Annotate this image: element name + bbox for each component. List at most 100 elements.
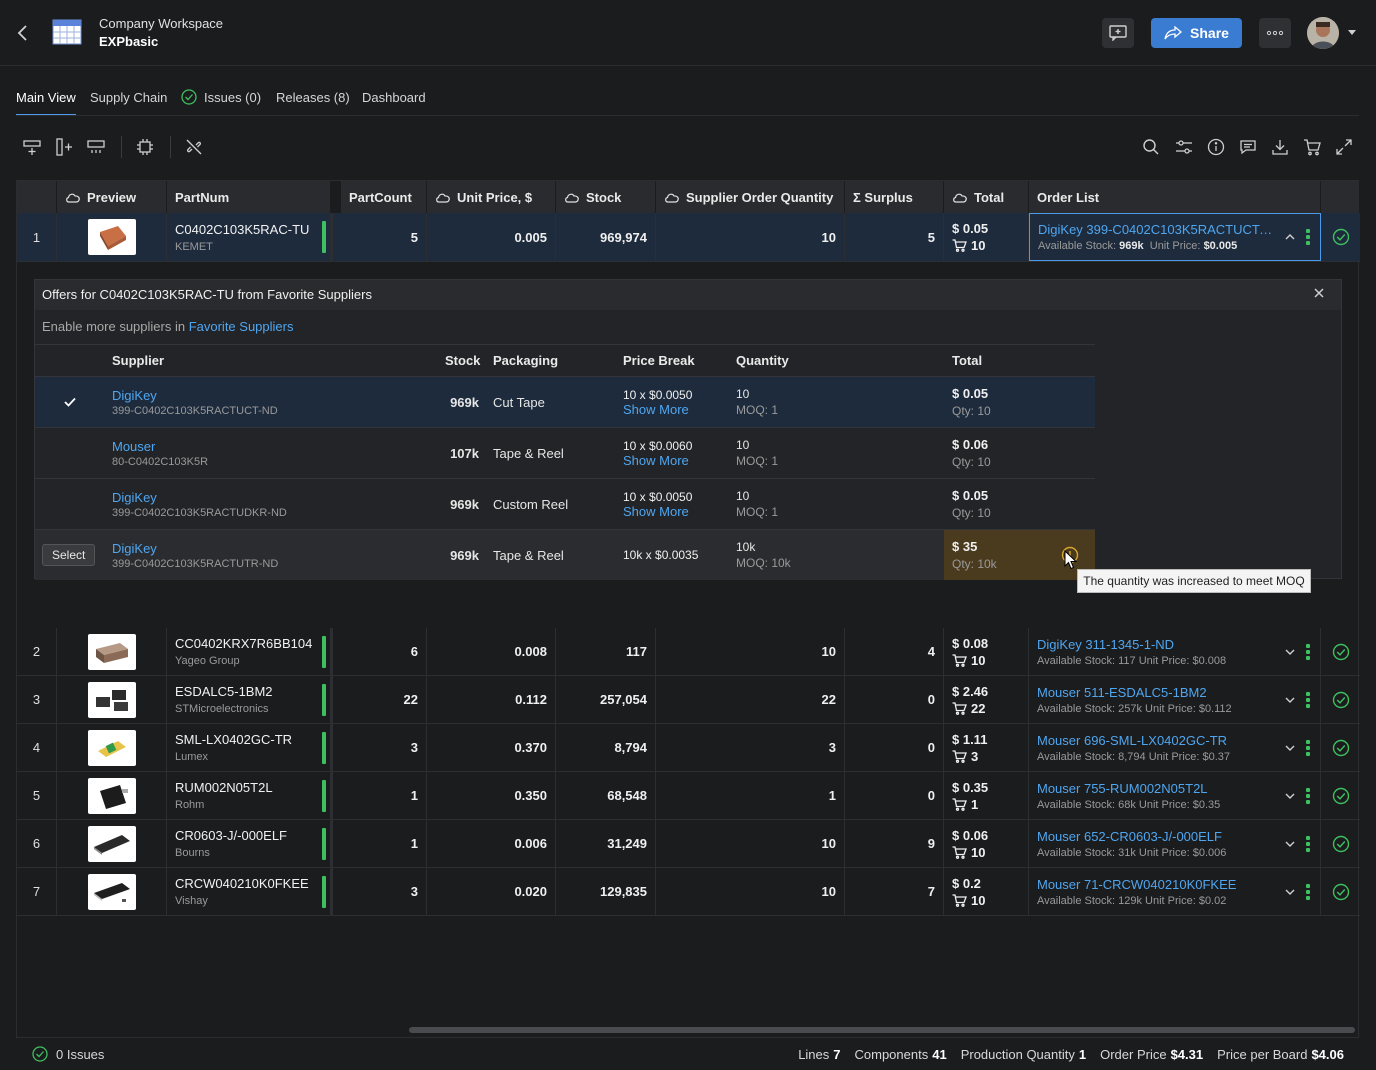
order-supplier-link[interactable]: Mouser 755-RUM002N05T2L (1037, 781, 1220, 796)
total-cell[interactable]: $ 0.2 10 (944, 868, 1029, 915)
chevron-down-icon[interactable] (1285, 744, 1295, 752)
tab-issues[interactable]: Issues (0) (204, 90, 261, 116)
unit-price-cell[interactable]: 0.020 (427, 868, 556, 915)
horizontal-scrollbar[interactable] (409, 1027, 1355, 1033)
order-list-cell[interactable]: Mouser 652-CR0603-J/-000ELF Available Sto… (1029, 820, 1321, 867)
partnum-cell[interactable]: SML-LX0402GC-TR Lumex (167, 724, 333, 771)
insert-column-icon[interactable] (53, 136, 75, 158)
order-supplier-link[interactable]: Mouser 511-ESDALC5-1BM2 (1037, 685, 1232, 700)
total-cell[interactable]: $ 0.06 10 (944, 820, 1029, 867)
chevron-down-icon[interactable] (1285, 888, 1295, 896)
unit-price-cell[interactable]: 0.370 (427, 724, 556, 771)
supplier-qty-cell[interactable]: 1 (656, 772, 845, 819)
stock-cell[interactable]: 8,794 (556, 724, 656, 771)
show-more-link[interactable]: Show More (623, 402, 692, 417)
expand-icon[interactable] (1333, 136, 1355, 158)
close-icon[interactable] (1313, 287, 1325, 299)
row-menu-icon[interactable] (1306, 884, 1310, 900)
filter-settings-icon[interactable] (1173, 136, 1195, 158)
chevron-down-icon[interactable] (1285, 840, 1295, 848)
order-list-cell[interactable]: Mouser 511-ESDALC5-1BM2 Available Stock: … (1029, 676, 1321, 723)
tab-dashboard[interactable]: Dashboard (362, 90, 426, 116)
chevron-down-icon[interactable] (1285, 696, 1295, 704)
header-partcount[interactable]: PartCount (341, 181, 427, 213)
order-list-cell[interactable]: DigiKey 311-1345-1-ND Available Stock: 11… (1029, 628, 1321, 675)
stock-cell[interactable]: 257,054 (556, 676, 656, 723)
unit-price-cell[interactable]: 0.350 (427, 772, 556, 819)
tab-main-view[interactable]: Main View (16, 90, 76, 116)
cart-icon[interactable] (1301, 136, 1323, 158)
supplier-qty-cell[interactable]: 10 (656, 628, 845, 675)
comment-button[interactable] (1102, 18, 1134, 48)
total-cell[interactable]: $ 0.35 1 (944, 772, 1029, 819)
share-button[interactable]: Share (1151, 18, 1242, 48)
show-more-link[interactable]: Show More (623, 453, 692, 468)
offer-row[interactable]: DigiKey 399-C0402C103K5RACTUDKR-ND 969k C… (35, 478, 1095, 529)
supplier-qty-cell[interactable]: 3 (656, 724, 845, 771)
order-list-cell[interactable]: Mouser 71-CRCW040210K0FKEE Available Stoc… (1029, 868, 1321, 915)
supplier-qty-cell[interactable]: 10 (656, 868, 845, 915)
surplus-cell[interactable]: 0 (845, 676, 944, 723)
unit-price-cell[interactable]: 0.006 (427, 820, 556, 867)
tab-releases[interactable]: Releases (8) (276, 90, 350, 116)
header-surplus[interactable]: Σ Surplus (845, 181, 944, 213)
row-menu-icon[interactable] (1306, 644, 1310, 660)
total-cell[interactable]: $ 2.46 22 (944, 676, 1029, 723)
chip-icon[interactable] (134, 136, 156, 158)
total-cell[interactable]: $ 1.11 3 (944, 724, 1029, 771)
offer-row[interactable]: Mouser 80-C0402C103K5R 107k Tape & Reel 1… (35, 427, 1095, 478)
row-menu-icon[interactable] (1306, 740, 1310, 756)
header-unit-price[interactable]: Unit Price, $ (427, 181, 556, 213)
table-row[interactable]: 7 CRCW040210K0FKEE Vishay 3 0.020 129,835… (17, 868, 1360, 916)
unit-price-cell[interactable]: 0.005 (427, 213, 556, 261)
chevron-up-icon[interactable] (1285, 233, 1295, 241)
partnum-cell[interactable]: ESDALC5-1BM2 STMicroelectronics (167, 676, 333, 723)
supplier-qty-cell[interactable]: 10 (656, 213, 845, 261)
chevron-down-icon[interactable] (1285, 648, 1295, 656)
table-row[interactable]: 1 C0402C103K5RAC-TU KEMET 5 0.005 969,974… (17, 213, 1360, 262)
issues-count[interactable]: 0 Issues (56, 1047, 104, 1062)
total-cell[interactable]: $ 0.05 10 (944, 213, 1029, 261)
row-menu-icon[interactable] (1306, 229, 1310, 245)
more-button[interactable] (1259, 18, 1291, 48)
partcount-cell[interactable]: 22 (341, 676, 427, 723)
info-icon[interactable] (1205, 136, 1227, 158)
partnum-cell[interactable]: C0402C103K5RAC-TU KEMET (167, 213, 333, 261)
partnum-cell[interactable]: CR0603-J/-000ELF Bourns (167, 820, 333, 867)
comments-icon[interactable] (1237, 136, 1259, 158)
surplus-cell[interactable]: 7 (845, 868, 944, 915)
stock-cell[interactable]: 117 (556, 628, 656, 675)
partcount-cell[interactable]: 1 (341, 820, 427, 867)
partcount-cell[interactable]: 1 (341, 772, 427, 819)
avatar-caret-icon[interactable] (1348, 30, 1356, 35)
surplus-cell[interactable]: 5 (845, 213, 944, 261)
header-preview[interactable]: Preview (57, 181, 167, 213)
download-icon[interactable] (1269, 136, 1291, 158)
partcount-cell[interactable]: 5 (341, 213, 427, 261)
surplus-cell[interactable]: 0 (845, 772, 944, 819)
favorite-suppliers-link[interactable]: Favorite Suppliers (189, 319, 294, 334)
back-icon[interactable] (16, 24, 30, 42)
row-menu-icon[interactable] (1306, 788, 1310, 804)
surplus-cell[interactable]: 9 (845, 820, 944, 867)
stock-cell[interactable]: 31,249 (556, 820, 656, 867)
stock-cell[interactable]: 68,548 (556, 772, 656, 819)
surplus-cell[interactable]: 0 (845, 724, 944, 771)
order-supplier-link[interactable]: Mouser 696-SML-LX0402GC-TR (1037, 733, 1230, 748)
offer-supplier-link[interactable]: DigiKey (112, 541, 278, 556)
search-icon[interactable] (1140, 136, 1162, 158)
table-row[interactable]: 5 RUM002N05T2L Rohm 1 0.350 68,548 1 0 $ … (17, 772, 1360, 820)
order-supplier-link[interactable]: DigiKey 311-1345-1-ND (1037, 637, 1226, 652)
offer-supplier-link[interactable]: DigiKey (112, 490, 287, 505)
supplier-qty-cell[interactable]: 10 (656, 820, 845, 867)
order-supplier-link[interactable]: DigiKey 399-C0402C103K5RACTUCT-... (1038, 222, 1274, 237)
table-header-icon[interactable] (85, 136, 107, 158)
order-supplier-link[interactable]: Mouser 652-CR0603-J/-000ELF (1037, 829, 1226, 844)
surplus-cell[interactable]: 4 (845, 628, 944, 675)
table-row[interactable]: 6 CR0603-J/-000ELF Bourns 1 0.006 31,249 … (17, 820, 1360, 868)
insert-row-icon[interactable] (21, 136, 43, 158)
partnum-cell[interactable]: CRCW040210K0FKEE Vishay (167, 868, 333, 915)
avatar[interactable] (1307, 17, 1339, 49)
table-row[interactable]: 4 SML-LX0402GC-TR Lumex 3 0.370 8,794 3 0… (17, 724, 1360, 772)
header-order-list[interactable]: Order List (1029, 181, 1321, 213)
